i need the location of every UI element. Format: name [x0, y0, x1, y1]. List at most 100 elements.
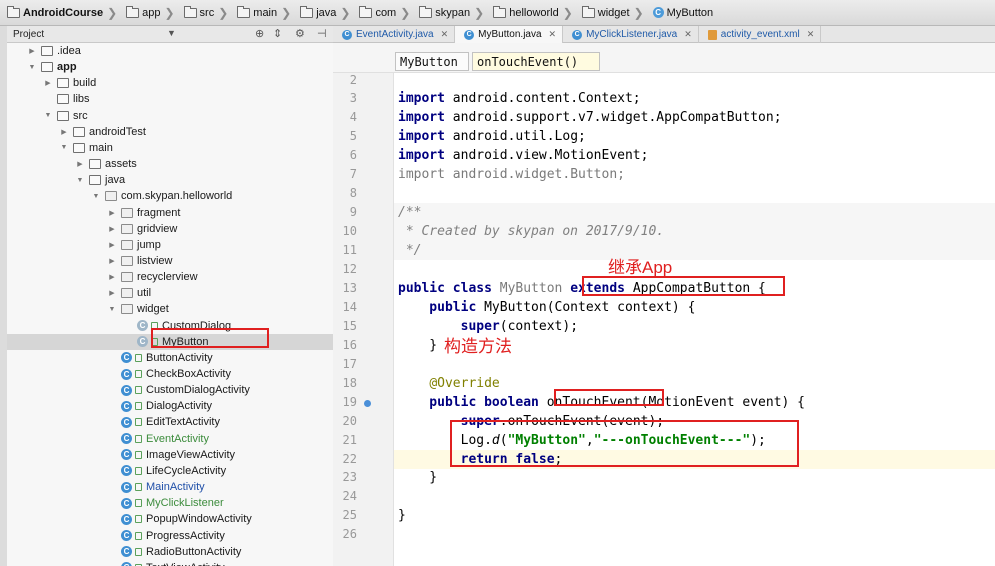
collapsed-arrow-icon[interactable]: ▶ — [107, 289, 117, 297]
tree-item-label: build — [73, 77, 97, 90]
breadcrumb-item[interactable]: helloworld ❯ — [490, 3, 577, 23]
hide-panel-icon[interactable]: ⊣ — [317, 27, 327, 40]
target-icon[interactable]: ⊕ — [255, 27, 264, 40]
close-icon[interactable]: ✕ — [807, 29, 815, 40]
collapsed-arrow-icon[interactable]: ▶ — [43, 79, 53, 87]
tree-item[interactable]: ▶ recyclerview — [7, 269, 333, 285]
code-token: /** — [398, 205, 422, 221]
tree-item[interactable]: ▶ jump — [7, 237, 333, 253]
tree-item[interactable]: C PopupWindowActivity — [7, 511, 333, 527]
collapsed-arrow-icon[interactable]: ▶ — [107, 273, 117, 281]
tree-item[interactable]: C RadioButtonActivity — [7, 544, 333, 560]
expanded-arrow-icon[interactable]: ▼ — [43, 112, 53, 119]
tree-item-label: main — [89, 141, 113, 154]
editor-tab[interactable]: C MyButton.java ✕ — [455, 26, 564, 43]
tree-item[interactable]: ▶ build — [7, 75, 333, 91]
breadcrumb-item[interactable]: src ❯ — [181, 3, 233, 23]
tree-item[interactable]: C MainActivity — [7, 479, 333, 495]
tree-item[interactable]: ▼ widget — [7, 301, 333, 317]
close-icon[interactable]: ✕ — [684, 29, 692, 40]
tree-item[interactable]: ▼ java — [7, 172, 333, 188]
line-number: 5 — [349, 129, 357, 144]
collapsed-arrow-icon[interactable]: ▶ — [107, 257, 117, 265]
editor-tab[interactable]: C EventActivity.java ✕ — [333, 26, 456, 43]
tree-item-label: java — [105, 174, 126, 187]
tree-item[interactable]: C EventActivity — [7, 431, 333, 447]
editor-tab[interactable]: activity_event.xml ✕ — [699, 26, 822, 43]
navigation-breadcrumb-bar: AndroidCourse ❯ app ❯ src ❯ main ❯ java ❯ com ❯ skyp… — [0, 0, 995, 26]
breadcrumb-item[interactable]: skypan ❯ — [416, 3, 488, 23]
tree-item-label: fragment — [137, 206, 181, 219]
tree-item[interactable]: C MyClickListener — [7, 495, 333, 511]
breadcrumb-item[interactable]: C MyButton — [650, 3, 717, 23]
tree-item[interactable]: C ButtonActivity — [7, 350, 333, 366]
tree-item[interactable]: C CheckBoxActivity — [7, 366, 333, 382]
close-icon[interactable]: ✕ — [441, 29, 449, 40]
breadcrumb-item[interactable]: main ❯ — [234, 3, 295, 23]
collapse-icon[interactable]: ⇕ — [273, 27, 282, 40]
tree-item[interactable]: ▼ src — [7, 108, 333, 124]
tree-item[interactable]: ▶ fragment — [7, 205, 333, 221]
collapsed-arrow-icon[interactable]: ▶ — [107, 225, 117, 233]
tree-item[interactable]: ▼ main — [7, 140, 333, 156]
expanded-arrow-icon[interactable]: ▼ — [107, 306, 117, 313]
code-token: import — [398, 167, 453, 183]
tree-item[interactable]: C TextViewActivity — [7, 560, 333, 566]
tree-item-label: CheckBoxActivity — [146, 368, 231, 380]
code-line: } — [398, 506, 406, 525]
breadcrumb-item[interactable]: widget ❯ — [579, 3, 648, 23]
project-panel-title[interactable]: Project — [13, 29, 44, 40]
class-icon: C — [121, 352, 132, 364]
code-token: } — [398, 508, 406, 524]
tree-item[interactable]: ▶ androidTest — [7, 124, 333, 140]
expanded-arrow-icon[interactable]: ▼ — [59, 144, 69, 151]
class-icon: C — [121, 368, 132, 380]
code-token: */ — [398, 243, 422, 259]
breadcrumb-item[interactable]: AndroidCourse ❯ — [4, 3, 121, 23]
chevron-right-icon: ❯ — [562, 5, 573, 20]
tree-item[interactable]: ▼ com.skypan.helloworld — [7, 188, 333, 204]
class-crumb[interactable]: MyButton — [395, 52, 469, 71]
collapsed-arrow-icon[interactable]: ▶ — [27, 47, 37, 55]
expanded-arrow-icon[interactable]: ▼ — [91, 193, 101, 200]
expanded-arrow-icon[interactable]: ▼ — [27, 64, 37, 71]
tab-label: activity_event.xml — [720, 29, 800, 40]
tree-item[interactable]: ▶ assets — [7, 156, 333, 172]
method-crumb[interactable]: onTouchEvent() — [472, 52, 600, 71]
tree-item[interactable]: ▼ app — [7, 59, 333, 75]
code-editor[interactable]: 继承App 构造方法 import android.content.Contex… — [394, 73, 995, 566]
collapsed-arrow-icon[interactable]: ▶ — [59, 128, 69, 136]
code-token: super — [460, 318, 500, 334]
override-gutter-icon[interactable] — [364, 399, 371, 407]
tree-item[interactable]: ▶ util — [7, 285, 333, 301]
collapsed-arrow-icon[interactable]: ▶ — [75, 160, 85, 168]
close-icon[interactable]: ✕ — [549, 29, 557, 40]
line-number: 11 — [342, 243, 357, 258]
editor-tab[interactable]: C MyClickListener.java ✕ — [563, 26, 699, 43]
collapsed-arrow-icon[interactable]: ▶ — [107, 241, 117, 249]
tree-item[interactable]: C LifeCycleActivity — [7, 463, 333, 479]
tree-item[interactable]: C EditTextActivity — [7, 414, 333, 430]
tree-item[interactable]: C ProgressActivity — [7, 528, 333, 544]
breadcrumb-item[interactable]: app ❯ — [123, 3, 178, 23]
folder-icon — [126, 5, 140, 18]
code-line: @Override — [398, 374, 499, 393]
code-line: import android.util.Log; — [398, 127, 586, 146]
tree-item[interactable]: C CustomDialogActivity — [7, 382, 333, 398]
breadcrumb-item[interactable]: java ❯ — [297, 3, 354, 23]
tree-item[interactable]: libs — [7, 91, 333, 107]
tree-item[interactable]: ▶ listview — [7, 253, 333, 269]
tree-item[interactable]: C ImageViewActivity — [7, 447, 333, 463]
tree-item[interactable]: ▶ .idea — [7, 43, 333, 59]
tree-item[interactable]: ▶ gridview — [7, 221, 333, 237]
breadcrumb-item[interactable]: com ❯ — [356, 3, 414, 23]
code-line: /** — [398, 203, 421, 222]
tree-item-label: util — [137, 287, 152, 300]
access-icon — [135, 499, 142, 508]
collapsed-arrow-icon[interactable]: ▶ — [107, 209, 117, 217]
gear-icon[interactable]: ⚙ — [295, 27, 305, 40]
tree-item[interactable]: C DialogActivity — [7, 398, 333, 414]
expanded-arrow-icon[interactable]: ▼ — [75, 177, 85, 184]
code-line: } — [398, 336, 437, 355]
chevron-down-icon[interactable]: ▼ — [167, 28, 176, 38]
